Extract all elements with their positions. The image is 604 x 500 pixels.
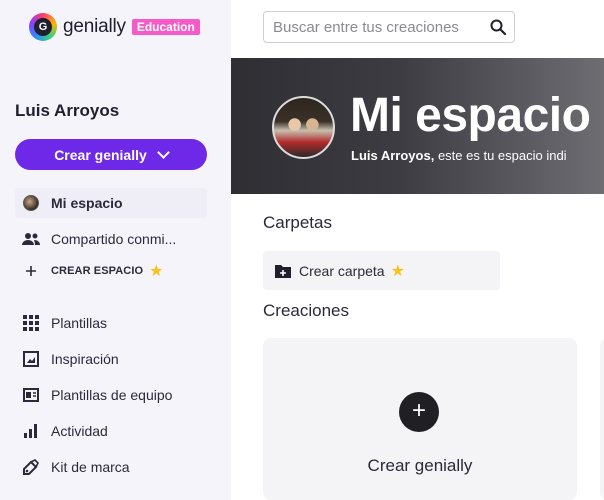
people-icon: [22, 230, 40, 248]
star-icon: ★: [149, 263, 164, 280]
plus-icon: +: [399, 392, 439, 432]
sidebar-item-inspiracion[interactable]: Inspiración: [15, 344, 207, 374]
sidebar-item-actividad[interactable]: Actividad: [15, 416, 207, 446]
sidebar-item-label: Inspiración: [51, 351, 119, 367]
banner-subtitle-text: este es tu espacio indi: [434, 148, 567, 163]
brand-kit-icon: [22, 458, 40, 476]
education-badge: Education: [131, 19, 200, 35]
sidebar-item-compartido[interactable]: Compartido conmi...: [15, 224, 207, 254]
create-genially-card-label: Crear genially: [367, 456, 473, 475]
user-avatar[interactable]: [272, 96, 335, 159]
create-genially-label: Crear genially: [54, 146, 147, 163]
genially-logo[interactable]: G genially Education: [29, 12, 200, 42]
folders-title: Carpetas: [263, 213, 332, 232]
app-root: G genially Education Luis Arroyos Crear …: [0, 0, 604, 500]
brand-name: genially: [63, 16, 126, 37]
search-bar[interactable]: [263, 11, 515, 43]
creations-title: Creaciones: [263, 301, 349, 320]
creation-card[interactable]: [600, 338, 604, 500]
create-folder-button[interactable]: Crear carpeta ★: [263, 251, 500, 290]
sidebar-item-plantillas-equipo[interactable]: Plantillas de equipo: [15, 380, 207, 410]
create-genially-button[interactable]: Crear genially: [15, 139, 207, 170]
banner-subtitle: Luis Arroyos, este es tu espacio indi: [351, 148, 567, 163]
sidebar-item-label: Plantillas de equipo: [51, 387, 173, 403]
grid-icon: [22, 314, 40, 332]
workspace-banner: Mi espacio Luis Arroyos, este es tu espa…: [231, 58, 604, 194]
chevron-down-icon: [156, 145, 170, 159]
folder-add-icon: [275, 264, 291, 278]
sidebar-item-crear-espacio[interactable]: CREAR ESPACIO ★: [15, 256, 207, 286]
plus-icon: [22, 262, 40, 280]
sidebar-item-label: Mi espacio: [51, 195, 123, 211]
star-icon: ★: [390, 262, 405, 280]
sidebar-item-kit-de-marca[interactable]: Kit de marca: [15, 452, 207, 482]
create-genially-card[interactable]: + Crear genially: [263, 338, 577, 500]
sidebar-item-plantillas[interactable]: Plantillas: [15, 308, 207, 338]
user-name: Luis Arroyos: [15, 101, 120, 120]
create-folder-label: Crear carpeta: [299, 262, 385, 279]
sidebar-item-label: Plantillas: [51, 315, 108, 331]
frame-icon: [22, 350, 40, 368]
sidebar: G genially Education Luis Arroyos Crear …: [0, 0, 231, 500]
sidebar-item-label: Actividad: [51, 423, 108, 439]
sidebar-item-label: CREAR ESPACIO: [51, 265, 144, 277]
bar-chart-icon: [22, 422, 40, 440]
search-icon[interactable]: [490, 19, 506, 35]
sidebar-item-label: Kit de marca: [51, 459, 130, 475]
avatar-icon: [22, 194, 40, 212]
sidebar-item-label: Compartido conmi...: [51, 231, 177, 247]
sidebar-item-mi-espacio[interactable]: Mi espacio: [15, 188, 207, 218]
genially-logo-icon: G: [29, 13, 57, 41]
banner-subtitle-name: Luis Arroyos,: [351, 148, 435, 163]
template-icon: [22, 386, 40, 404]
page-title: Mi espacio: [350, 89, 591, 142]
search-input[interactable]: [273, 18, 473, 36]
